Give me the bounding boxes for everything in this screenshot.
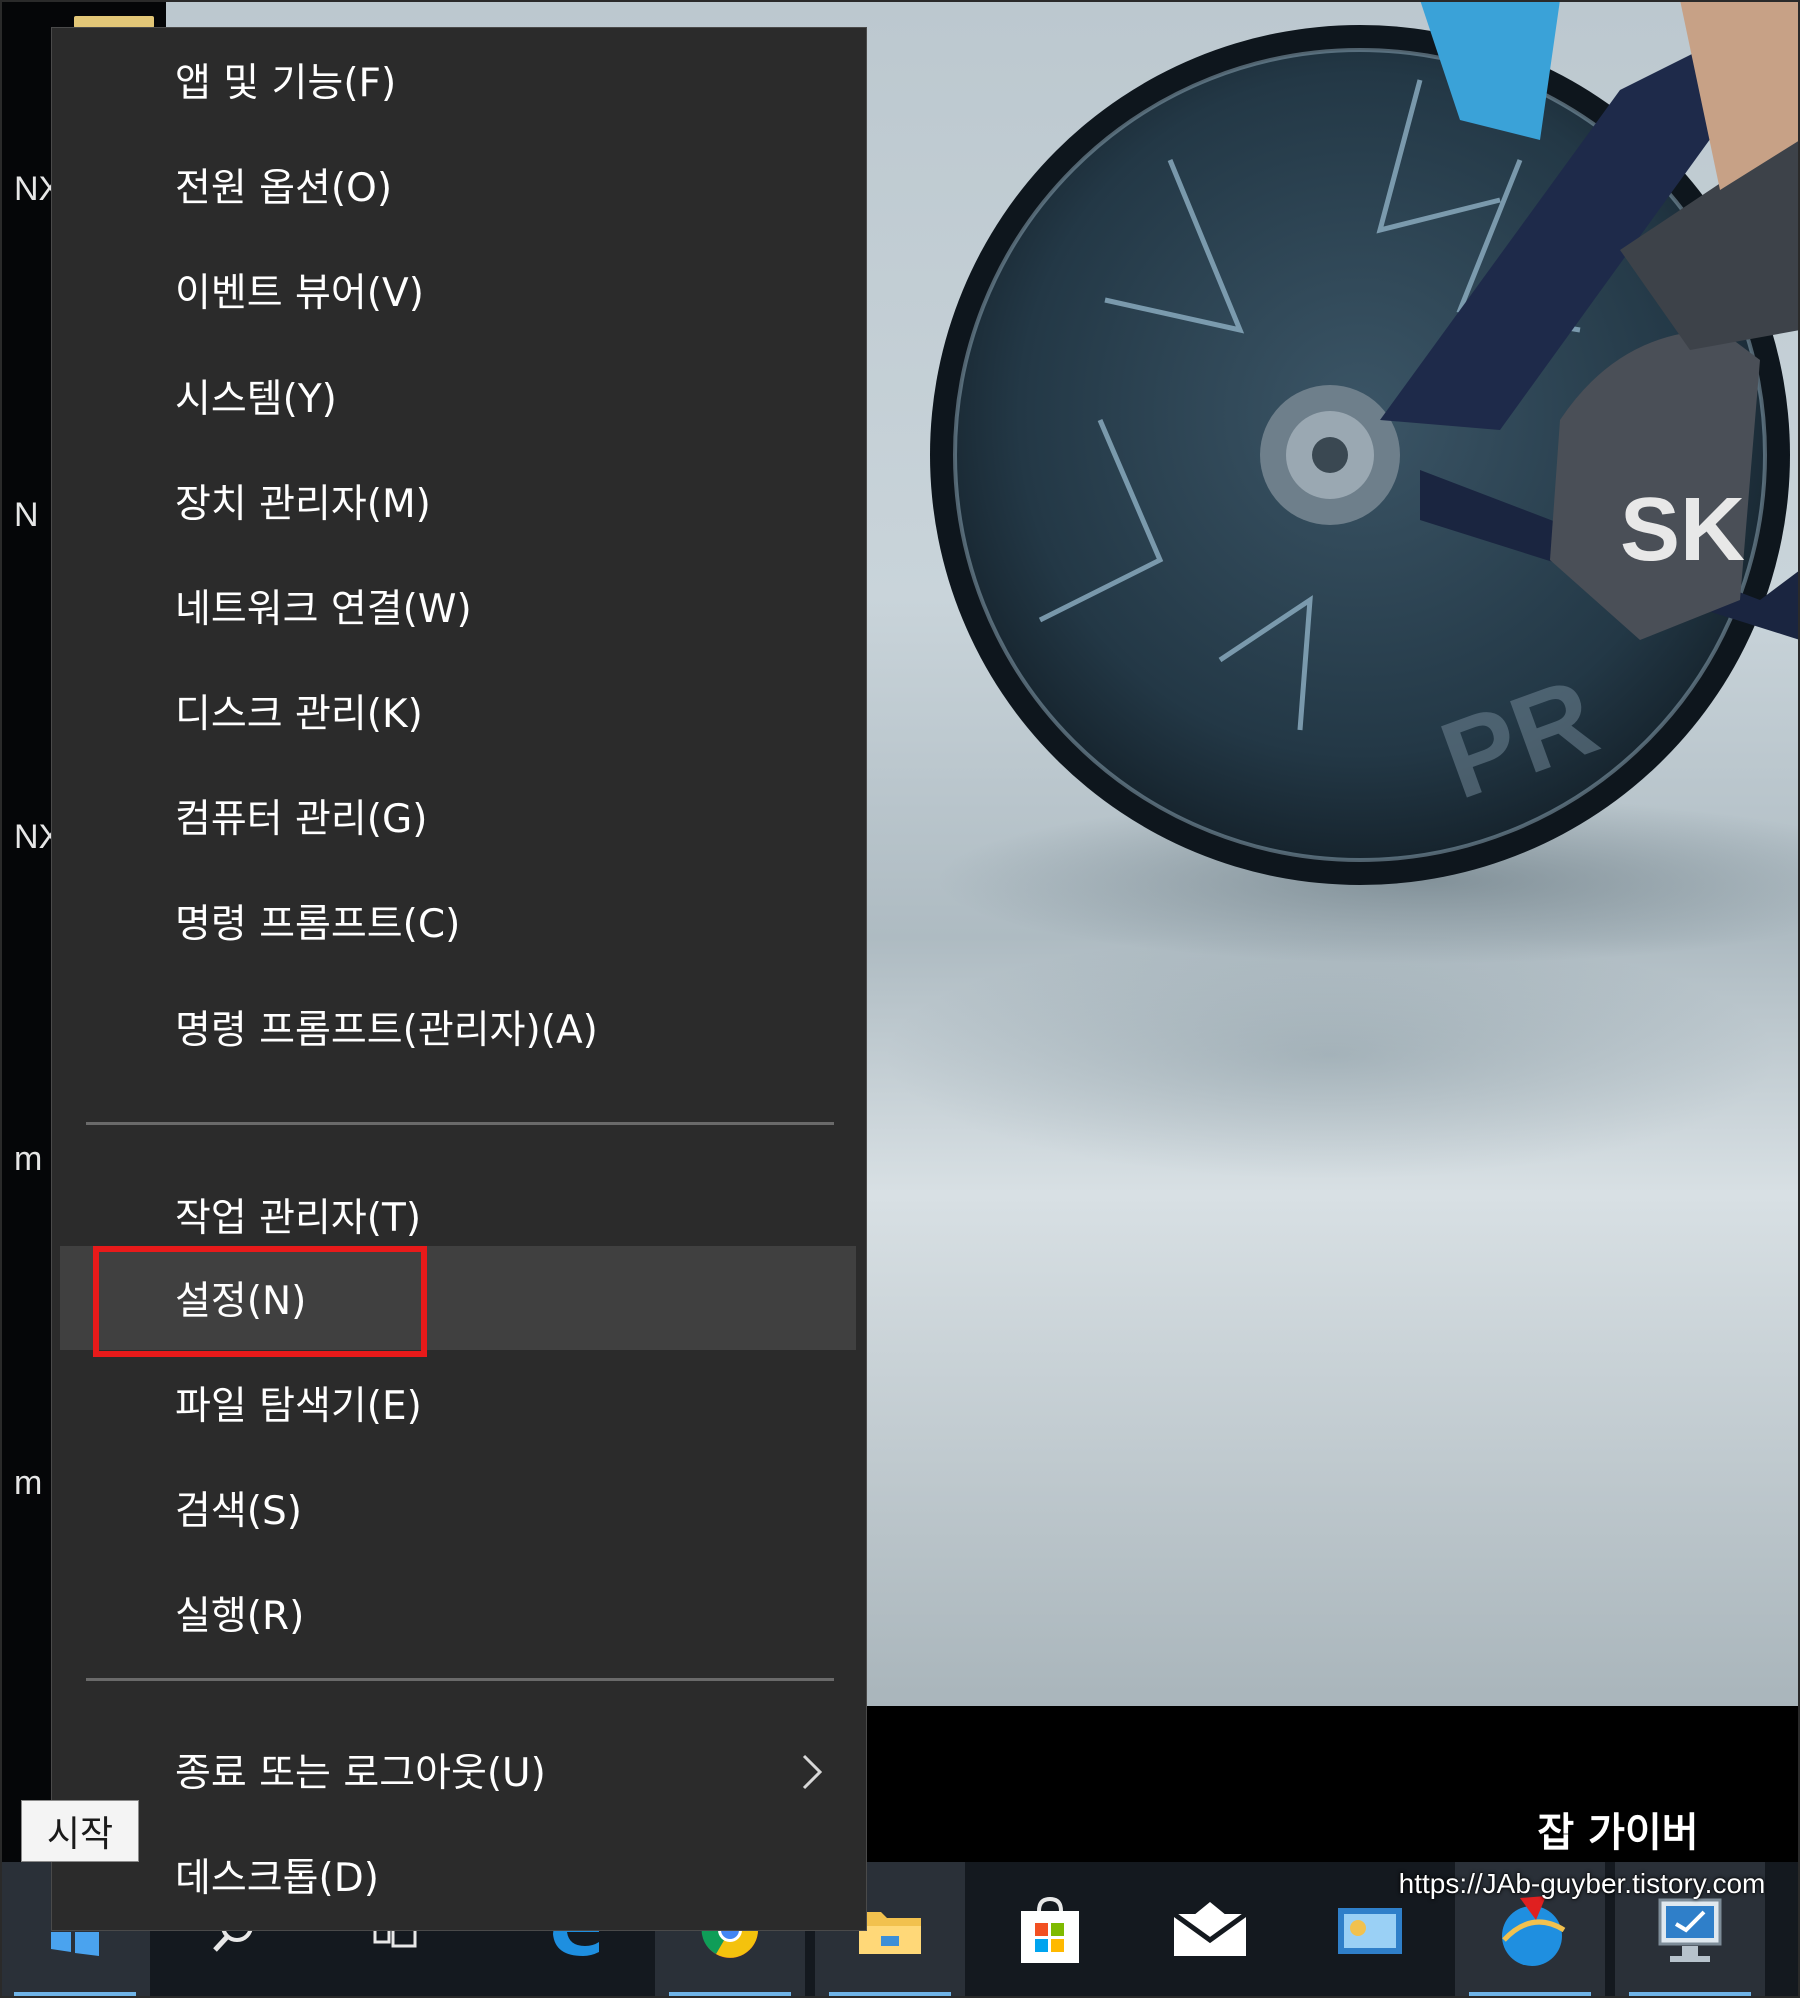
menu-item-label: 시스템(Y) [175,377,337,422]
menu-item-label: 명령 프롬프트(C) [175,902,461,947]
desktop-icon-label[interactable]: N [14,496,39,535]
monitor-app-icon [1658,1898,1722,1962]
desktop-icon-label[interactable]: m [14,1140,42,1179]
menu-item-shutdown-signout[interactable]: 종료 또는 로그아웃(U) [60,1718,856,1822]
svg-text:SK: SK [1620,480,1745,580]
wallpaper-bike-image: SK PR [930,0,1800,885]
menu-item-label: 장치 관리자(M) [175,482,431,527]
menu-item-event-viewer[interactable]: 이벤트 뷰어(V) [60,238,856,342]
menu-item-file-explorer[interactable]: 파일 탐색기(E) [60,1351,856,1455]
menu-item-apps-features[interactable]: 앱 및 기능(F) [60,28,856,132]
start-tooltip: 시작 [21,1800,139,1862]
screenshot-frame: NX N NX m m SK PR 잡 가이버 https://JAb-guyb… [0,0,1800,1998]
menu-item-command-prompt-admin[interactable]: 명령 프롬프트(관리자)(A) [60,975,856,1079]
watermark-title: 잡 가이버 [1537,1810,1699,1856]
settings-highlight-box [93,1246,427,1357]
menu-item-label: 전원 옵션(O) [175,166,393,211]
menu-item-label: 이벤트 뷰어(V) [175,271,424,316]
menu-item-label: 작업 관리자(T) [175,1196,422,1241]
menu-item-label: 컴퓨터 관리(G) [175,797,428,842]
store-icon [1021,1896,1079,1963]
menu-item-label: 검색(S) [175,1489,302,1534]
menu-item-label: 디스크 관리(K) [175,692,423,737]
menu-item-label: 데스크톱(D) [175,1856,379,1901]
menu-item-power-options[interactable]: 전원 옵션(O) [60,133,856,237]
desktop-icon-label[interactable]: m [14,1464,42,1503]
menu-item-label: 파일 탐색기(E) [175,1384,422,1429]
menu-item-label: 종료 또는 로그아웃(U) [175,1751,546,1796]
winx-context-menu: 앱 및 기능(F) 전원 옵션(O) 이벤트 뷰어(V) 시스템(Y) 장치 관… [51,27,867,1931]
globe-app-icon [1502,1896,1566,1966]
menu-item-computer-management[interactable]: 컴퓨터 관리(G) [60,764,856,868]
menu-item-disk-management[interactable]: 디스크 관리(K) [60,659,856,763]
store-taskbar-button[interactable] [975,1862,1125,1998]
chevron-right-icon [802,1754,823,1790]
mail-icon [1172,1902,1248,1956]
menu-separator [86,1122,834,1125]
menu-item-label: 앱 및 기능(F) [175,61,397,106]
menu-item-device-manager[interactable]: 장치 관리자(M) [60,449,856,553]
app-icon [1338,1908,1402,1954]
menu-separator [86,1678,834,1681]
menu-item-desktop[interactable]: 데스크톱(D) [60,1823,856,1927]
mail-taskbar-button[interactable] [1135,1862,1285,1998]
menu-item-label: 명령 프롬프트(관리자)(A) [175,1008,598,1053]
menu-item-command-prompt[interactable]: 명령 프롬프트(C) [60,869,856,973]
menu-item-network-connections[interactable]: 네트워크 연결(W) [60,554,856,658]
menu-item-label: 실행(R) [175,1594,305,1639]
menu-item-system[interactable]: 시스템(Y) [60,344,856,448]
menu-item-search[interactable]: 검색(S) [60,1456,856,1560]
watermark-url: https://JAb-guyber.tistory.com [1398,1868,1766,1899]
menu-item-label: 네트워크 연결(W) [175,587,472,632]
menu-item-run[interactable]: 실행(R) [60,1561,856,1665]
